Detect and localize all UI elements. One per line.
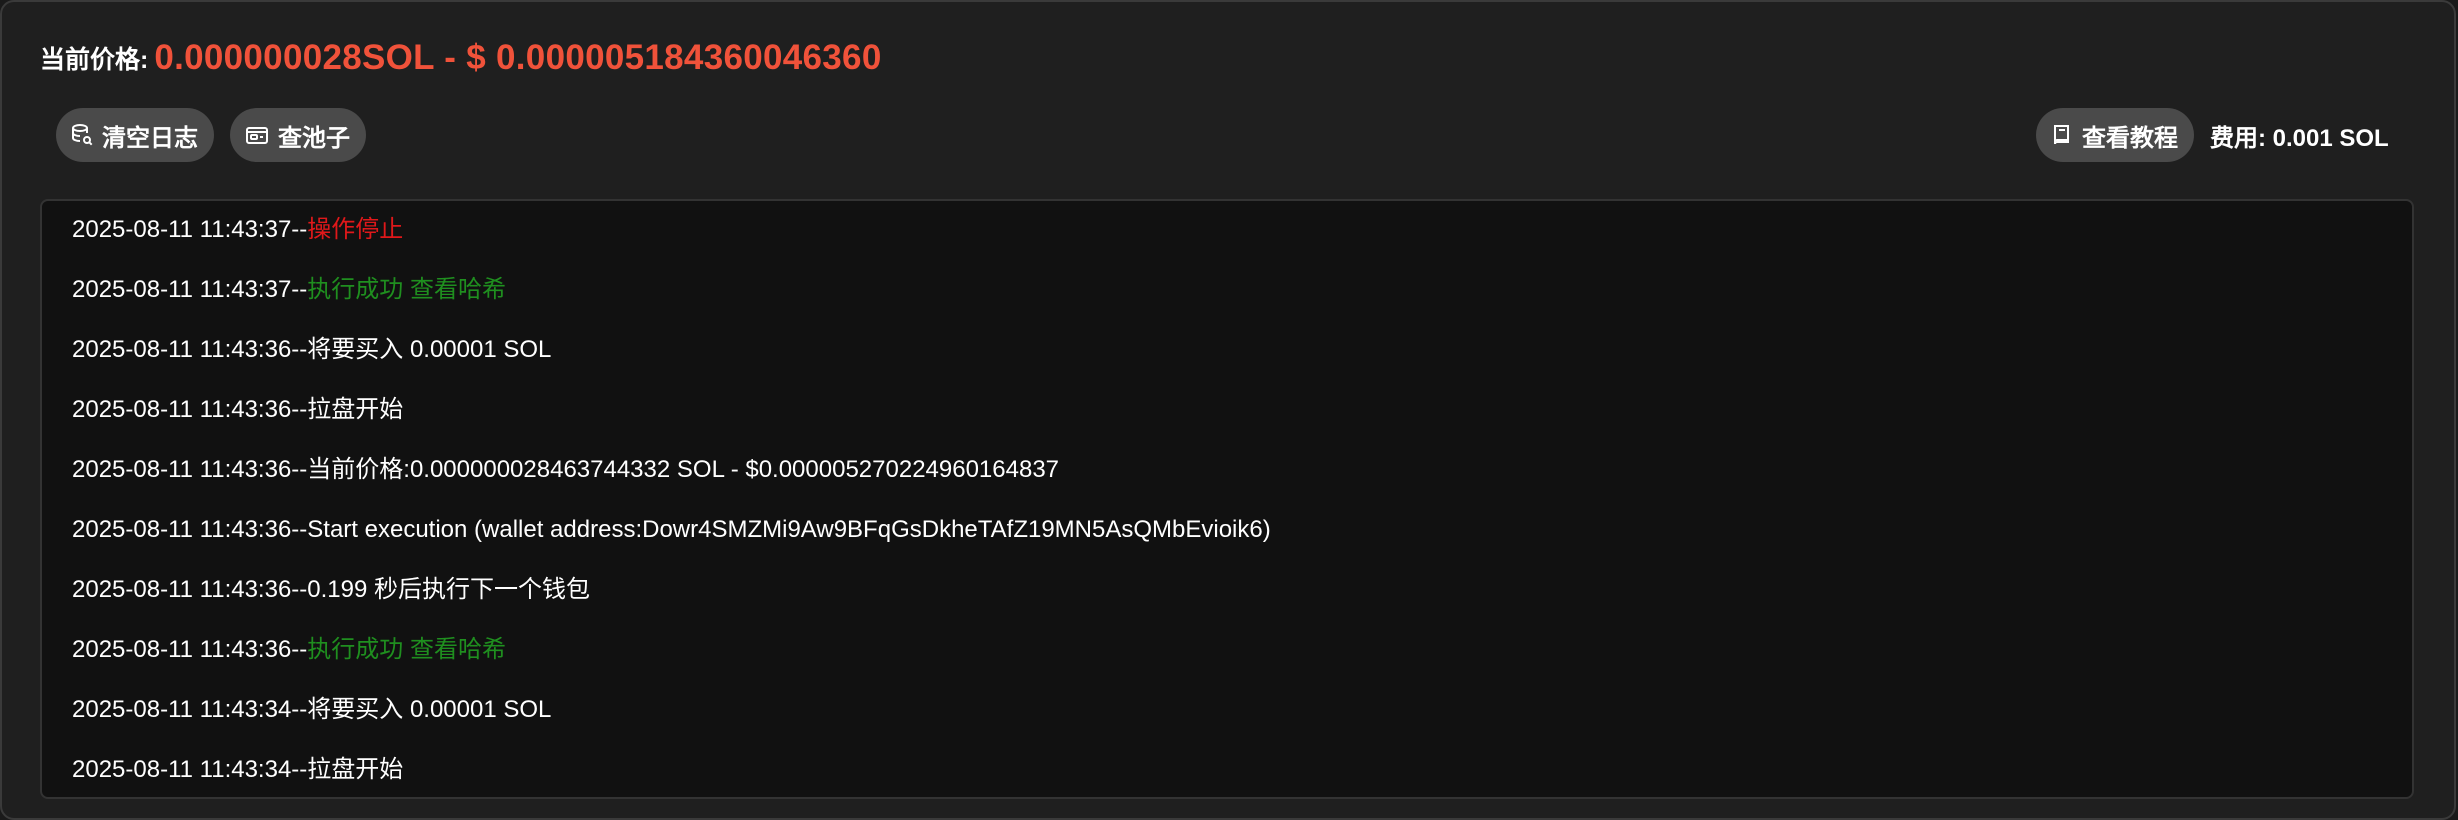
view-tutorial-button[interactable]: 查看教程 xyxy=(2036,108,2194,162)
log-time: 2025-08-11 11:43:36-- xyxy=(72,396,308,423)
log-entry: 2025-08-11 11:43:36--执行成功 查看哈希 xyxy=(72,635,506,665)
log-time: 2025-08-11 11:43:36-- xyxy=(72,576,308,603)
log-entry: 2025-08-11 11:43:36--当前价格:0.000000028463… xyxy=(72,455,1059,485)
log-entry: 2025-08-11 11:43:37--执行成功 查看哈希 xyxy=(72,275,506,305)
log-message: 将要买入 0.00001 SOL xyxy=(307,696,552,723)
log-entry: 2025-08-11 11:43:36--拉盘开始 xyxy=(72,395,403,425)
log-message: Start execution (wallet address:Dowr4SMZ… xyxy=(307,516,1271,543)
log-time: 2025-08-11 11:43:34-- xyxy=(72,756,308,783)
clear-log-label: 清空日志 xyxy=(102,124,198,152)
log-entry: 2025-08-11 11:43:37--操作停止 xyxy=(72,215,403,245)
log-message: 执行成功 xyxy=(307,636,404,663)
log-time: 2025-08-11 11:43:34-- xyxy=(72,696,308,723)
log-time: 2025-08-11 11:43:37-- xyxy=(72,216,308,243)
log-time: 2025-08-11 11:43:36-- xyxy=(72,336,308,363)
log-message: 将要买入 0.00001 SOL xyxy=(307,336,552,363)
check-pool-label: 查池子 xyxy=(278,124,350,152)
log-entry: 2025-08-11 11:43:34--拉盘开始 xyxy=(72,755,403,785)
clear-log-button[interactable]: 清空日志 xyxy=(56,108,214,162)
database-search-icon xyxy=(70,122,94,148)
log-panel: 当前价格: 0.000000028SOL - $ 0.0000051843600… xyxy=(0,0,2456,820)
log-time: 2025-08-11 11:43:36-- xyxy=(72,456,308,483)
book-icon xyxy=(2050,122,2074,148)
log-message: 执行成功 xyxy=(307,276,404,303)
log-entry: 2025-08-11 11:43:36--0.199 秒后执行下一个钱包 xyxy=(72,575,590,605)
view-hash-link[interactable]: 查看哈希 xyxy=(410,276,506,303)
log-message: 拉盘开始 xyxy=(307,756,404,783)
log-message: 操作停止 xyxy=(307,216,404,243)
log-time: 2025-08-11 11:43:37-- xyxy=(72,276,308,303)
price-label: 当前价格: xyxy=(40,46,149,74)
fee-label: 费用: 0.001 SOL xyxy=(2210,124,2389,152)
price-value: 0.000000028SOL - $ 0.000005184360046360 xyxy=(154,38,882,77)
check-pool-button[interactable]: 查池子 xyxy=(230,108,366,162)
log-message: 当前价格:0.000000028463744332 SOL - $0.00000… xyxy=(307,456,1060,483)
log-message: 0.199 秒后执行下一个钱包 xyxy=(307,576,591,603)
current-price: 当前价格: 0.000000028SOL - $ 0.0000051843600… xyxy=(40,34,882,82)
log-message: 拉盘开始 xyxy=(307,396,404,423)
log-time: 2025-08-11 11:43:36-- xyxy=(72,516,308,543)
wallet-icon xyxy=(244,122,270,148)
view-hash-link[interactable]: 查看哈希 xyxy=(410,636,506,663)
log-time: 2025-08-11 11:43:36-- xyxy=(72,636,308,663)
view-tutorial-label: 查看教程 xyxy=(2082,124,2178,152)
log-entry: 2025-08-11 11:43:34--将要买入 0.00001 SOL xyxy=(72,695,551,725)
log-list[interactable]: 2025-08-11 11:43:37--操作停止 2025-08-11 11:… xyxy=(40,199,2414,799)
log-entry: 2025-08-11 11:43:36--Start execution (wa… xyxy=(72,515,1271,545)
log-entry: 2025-08-11 11:43:36--将要买入 0.00001 SOL xyxy=(72,335,551,365)
